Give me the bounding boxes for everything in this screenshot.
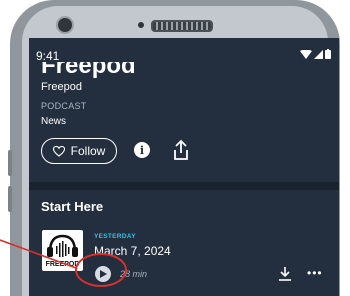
phone-side-button (8, 186, 12, 212)
headphones-icon (47, 234, 78, 257)
section-divider (29, 182, 339, 190)
share-icon[interactable] (172, 139, 190, 161)
annotation-highlight-ring (75, 253, 127, 287)
section-title: Start Here (41, 199, 104, 214)
wifi-icon (300, 49, 312, 59)
download-icon[interactable] (278, 266, 292, 282)
status-time: 9:41 (36, 49, 60, 63)
front-camera (56, 16, 74, 34)
proximity-sensor (138, 22, 144, 28)
episode-date-label: YESTERDAY (94, 233, 136, 240)
content-type-label: PODCAST (41, 101, 87, 111)
status-icons (300, 49, 331, 59)
signal-icon (314, 49, 323, 59)
more-options-icon[interactable]: ••• (307, 266, 323, 280)
follow-label: Follow (70, 144, 106, 158)
battery-icon (325, 49, 331, 59)
info-icon[interactable]: i (134, 142, 150, 158)
show-category[interactable]: News (41, 116, 66, 127)
earpiece-speaker (151, 20, 213, 32)
heart-icon (52, 145, 65, 157)
phone-side-button (8, 150, 12, 176)
follow-button[interactable]: Follow (41, 138, 117, 164)
app-screen: 9:41 Freepod Freepod PODCAST News Follow… (29, 38, 339, 296)
show-publisher[interactable]: Freepod (41, 81, 82, 93)
